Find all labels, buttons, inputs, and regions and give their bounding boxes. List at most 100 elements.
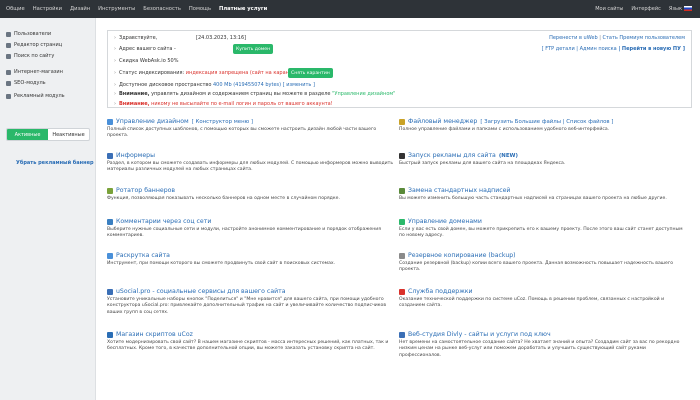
module-item: Замена стандартных надписей Вы можете изм… — [399, 187, 689, 202]
module-header: Управление доменами — [399, 218, 689, 225]
top-bar: Общие Настройки Дизайн Инструменты Безоп… — [0, 0, 700, 18]
discount-row: › Скидка WebAsk.io 50% — [114, 58, 178, 64]
date-text: [24.03.2023, 13:16] — [196, 35, 247, 41]
sidebar-item-page-editor[interactable]: Редактор страниц — [6, 42, 62, 48]
module-icon — [107, 331, 113, 338]
nav-design[interactable]: Дизайн — [70, 6, 90, 12]
warning-password-row: › Внимание, никому не высылайте по e-mail… — [114, 101, 333, 107]
module-title-link[interactable]: Раскрутка сайта — [116, 252, 170, 259]
module-header: Ротатор баннеров — [107, 187, 397, 194]
tab-inactive[interactable]: Неактивные — [48, 129, 89, 140]
module-description: Раздел, в котором вы сможете создавать и… — [107, 160, 394, 173]
become-premium-link[interactable]: Стать Премиум пользователем — [603, 35, 686, 41]
cart-icon — [6, 69, 11, 75]
page-icon — [6, 42, 11, 48]
nav-settings[interactable]: Настройки — [33, 6, 62, 12]
module-title-link[interactable]: Резервное копирование (backup) — [408, 252, 516, 259]
module-item: Служба поддержки Оказание технической под… — [399, 288, 689, 310]
index-status-label: Статус индексирования: — [119, 70, 185, 76]
nav-tools[interactable]: Инструменты — [98, 6, 135, 12]
disk-label: Доступное дисковое пространство — [119, 82, 212, 88]
seo-icon — [6, 80, 11, 86]
module-extra-links[interactable]: [ Загрузить Большие файлы | Список файло… — [480, 119, 613, 125]
admin-search-link[interactable]: | Админ поиска — [576, 46, 616, 52]
module-extra-links[interactable]: [ Конструктор меню ] — [192, 119, 253, 125]
arrow-icon: › — [114, 58, 116, 64]
buy-domain-button[interactable]: Купить домен — [233, 44, 274, 54]
module-item: Магазин скриптов uCoz Хотите модернизиров… — [107, 331, 397, 353]
move-to-uweb-link[interactable]: Перенести в uWeb — [549, 35, 598, 41]
nav-general[interactable]: Общие — [6, 6, 25, 12]
warning-text: никому не высылайте по e-mail логин и па… — [151, 101, 333, 107]
module-description: Полный список доступных шаблонов, с помо… — [107, 126, 377, 139]
module-title-link[interactable]: Запуск рекламы для сайта — [408, 152, 496, 159]
module-icon — [399, 152, 405, 159]
module-item: uSocial.pro - социальные сервисы для ваш… — [107, 288, 397, 316]
module-item: Запуск рекламы для сайта (NEW) Быстрый зап… — [399, 152, 689, 167]
module-description: Оказание технической поддержки по систем… — [399, 296, 665, 309]
new-panel-link[interactable]: | Перейти в новую ПУ ] — [618, 46, 685, 52]
module-icon — [399, 331, 405, 338]
module-icon — [399, 218, 405, 225]
module-title-link[interactable]: Замена стандартных надписей — [408, 187, 510, 194]
module-header: Служба поддержки — [399, 288, 689, 295]
module-header: Запуск рекламы для сайта (NEW) — [399, 152, 689, 159]
remove-quarantine-button[interactable]: Снять карантин — [288, 68, 333, 78]
sidebar-item-label: Интернет-магазин — [14, 69, 63, 75]
arrow-icon: › — [114, 35, 116, 41]
arrow-icon: › — [114, 101, 116, 107]
module-description: Вы можете изменить большую часть стандар… — [399, 195, 667, 201]
top-right-links: Перенести в uWeb | Стать Премиум пользов… — [549, 35, 685, 41]
module-icon — [399, 118, 405, 125]
language-select[interactable]: Язык — [669, 6, 692, 12]
sidebar-item-seo[interactable]: SEO-модуль — [6, 80, 46, 86]
top-right: Мои сайты Интерфейс Язык — [595, 0, 692, 18]
tab-active[interactable]: Активные — [7, 129, 48, 140]
module-item: Управление доменами Если у вас есть свой … — [399, 218, 689, 240]
index-status-row: › Статус индексирования: индексация запре… — [114, 70, 303, 76]
sidebar-item-label: SEO-модуль — [14, 80, 46, 86]
ftp-details-link[interactable]: [ FTP детали — [542, 46, 575, 52]
disk-change-link[interactable]: [ изменить ] — [283, 82, 315, 88]
module-title-link[interactable]: Управление доменами — [408, 218, 482, 225]
warning-design-row: › Внимание, управлять дизайном и содержан… — [114, 91, 395, 97]
module-title-link[interactable]: Веб-студия Divly - сайты и услуги под кл… — [408, 331, 551, 338]
module-title-link[interactable]: Комментарии через соц сети — [116, 218, 211, 225]
nav-security[interactable]: Безопасность — [143, 6, 181, 12]
sidebar-item-search[interactable]: Поиск по сайту — [6, 53, 54, 59]
nav-help[interactable]: Помощь — [189, 6, 211, 12]
module-title-link[interactable]: Ротатор баннеров — [116, 187, 175, 194]
sidebar-item-ads[interactable]: Рекламный модуль — [6, 93, 65, 99]
module-description: Хотите модернизировать свой сайт? В наше… — [107, 339, 389, 352]
module-description: Функция, позволяющая показывать нескольк… — [107, 195, 340, 201]
module-description: Создание резервной (backup) копии всего … — [399, 260, 674, 273]
design-section-link[interactable]: "Управление дизайном" — [332, 91, 395, 97]
sidebar-item-users[interactable]: Пользователи — [6, 31, 51, 37]
warning-text: управлять дизайном и содержанием страниц… — [151, 91, 331, 97]
sidebar-item-shop[interactable]: Интернет-магазин — [6, 69, 63, 75]
module-title-link[interactable]: Магазин скриптов uCoz — [116, 331, 193, 338]
remove-banner-link[interactable]: Убрать рекламный баннер — [16, 160, 94, 166]
nav-paid-services[interactable]: Платные услуги — [219, 6, 267, 12]
module-title-link[interactable]: Служба поддержки — [408, 288, 473, 295]
greeting-text: Здравствуйте, — [119, 35, 158, 41]
module-title-link[interactable]: Информеры — [116, 152, 155, 159]
module-title-link[interactable]: Файловый менеджер — [408, 118, 477, 125]
discount-link[interactable]: Скидка WebAsk.io 50% — [119, 58, 178, 64]
module-description: Полное управление файлами и папками с ис… — [399, 126, 610, 132]
module-title-link[interactable]: uSocial.pro - социальные сервисы для ваш… — [116, 288, 286, 295]
module-item: Управление дизайном[ Конструктор меню ] П… — [107, 118, 397, 140]
module-item: Файловый менеджер[ Загрузить Большие фай… — [399, 118, 689, 133]
greeting-row: › Здравствуйте, — [114, 35, 157, 41]
arrow-icon: › — [114, 82, 116, 88]
module-item: Комментарии через соц сети Выберите нужны… — [107, 218, 397, 240]
my-sites-link[interactable]: Мои сайты — [595, 6, 623, 12]
bottom-right-links: [ FTP детали | Админ поиска | Перейти в … — [542, 46, 685, 52]
module-icon — [107, 288, 113, 295]
module-extra-links[interactable]: (NEW) — [499, 153, 518, 159]
language-label: Язык — [668, 6, 682, 12]
sidebar-item-label: Поиск по сайту — [14, 53, 55, 59]
interface-link[interactable]: Интерфейс — [631, 6, 661, 12]
ads-icon — [6, 93, 11, 99]
module-title-link[interactable]: Управление дизайном — [116, 118, 189, 125]
